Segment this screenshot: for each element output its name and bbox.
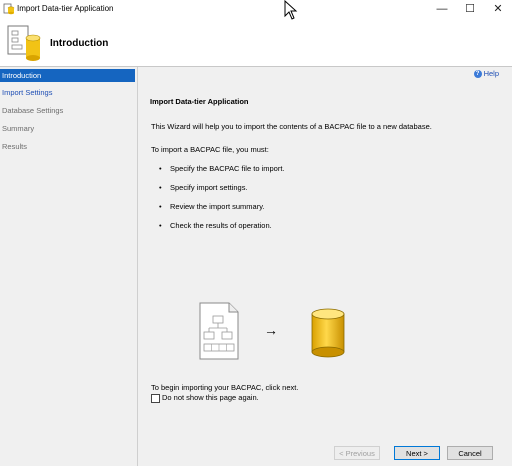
wizard-sidebar: Introduction Import Settings Database Se… [0, 67, 138, 466]
help-label: Help [483, 69, 499, 78]
help-icon: ? [473, 70, 482, 79]
sidebar-item-database-settings: Database Settings [2, 106, 64, 115]
close-button[interactable]: ✕ [484, 0, 512, 18]
title-bar: Import Data-tier Application — ☐ ✕ [0, 0, 512, 20]
database-icon [311, 308, 345, 358]
wizard-header: Introduction [0, 20, 512, 67]
next-button[interactable]: Next > [394, 446, 440, 460]
intro-text: This Wizard will help you to import the … [151, 122, 432, 131]
minimize-button[interactable]: — [428, 0, 456, 18]
sidebar-item-import-settings[interactable]: Import Settings [0, 86, 135, 99]
mouse-cursor-icon [284, 0, 298, 20]
wizard-icon [7, 25, 41, 61]
sidebar-item-results: Results [2, 142, 28, 151]
help-link[interactable]: ? Help [473, 69, 499, 79]
window-title: Import Data-tier Application [17, 4, 114, 13]
section-title: Import Data-tier Application [150, 97, 249, 106]
app-icon [3, 3, 15, 15]
list-item: Check the results of operation. [159, 221, 272, 230]
sidebar-item-introduction[interactable]: Introduction [0, 69, 135, 82]
maximize-button[interactable]: ☐ [456, 0, 484, 18]
begin-text: To begin importing your BACPAC, click ne… [151, 383, 299, 392]
arrow-icon: → [264, 322, 278, 338]
list-item: Specify import settings. [159, 183, 248, 192]
cancel-button[interactable]: Cancel [447, 446, 493, 460]
do-not-show-label[interactable]: Do not show this page again. [162, 393, 259, 402]
do-not-show-checkbox[interactable] [151, 394, 160, 403]
steps-intro: To import a BACPAC file, you must: [151, 145, 269, 154]
page-title: Introduction [50, 38, 109, 49]
bacpac-file-icon [199, 302, 239, 360]
list-item: Specify the BACPAC file to import. [159, 164, 284, 173]
sidebar-item-summary: Summary [2, 124, 35, 133]
previous-button[interactable]: < Previous [334, 446, 380, 460]
list-item: Review the import summary. [159, 202, 264, 211]
wizard-content: ? Help Import Data-tier Application This … [138, 67, 512, 466]
